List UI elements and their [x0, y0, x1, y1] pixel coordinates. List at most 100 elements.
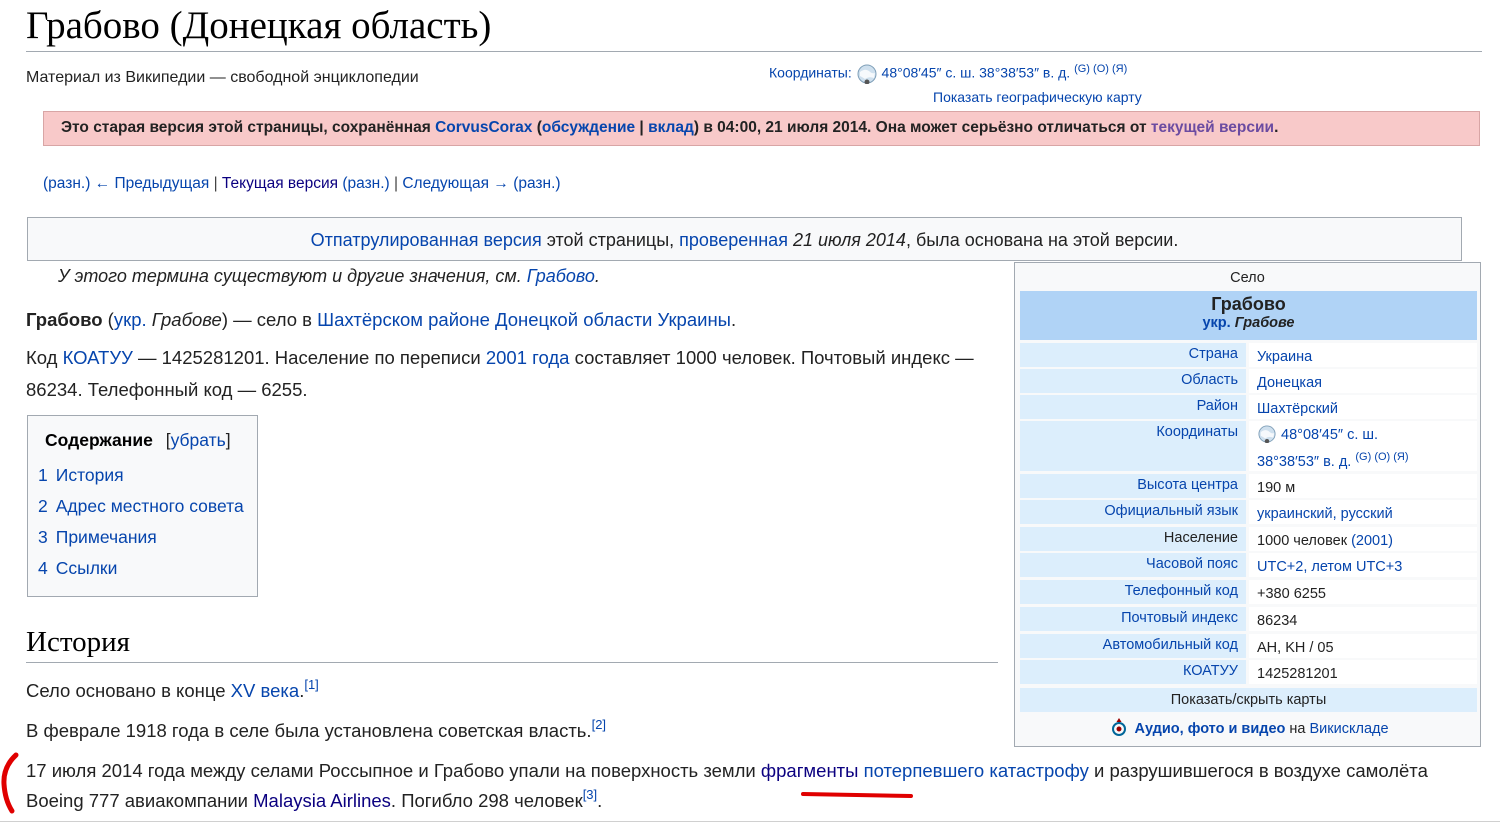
banner-talk-link[interactable]: обсуждение	[542, 119, 635, 136]
toc-toggle-label[interactable]: убрать	[171, 430, 226, 450]
previous-revision-link[interactable]: ← Предыдущая	[95, 175, 210, 192]
globe-icon[interactable]	[856, 64, 878, 85]
koatuu-link[interactable]: КОАТУУ	[63, 347, 133, 368]
infobox-row-coordinates: Координаты 48°08′45″ с. ш. 38°38′53″ в. …	[1020, 421, 1477, 471]
ukr-name: Грабове	[1230, 315, 1295, 331]
nav-sep: |	[209, 175, 222, 192]
infobox-value: 86234	[1257, 613, 1298, 629]
disambiguation-link[interactable]: Грабово	[527, 266, 595, 286]
ref-1[interactable]: [1]	[304, 677, 318, 692]
toc-toggle[interactable]: [убрать]	[166, 430, 231, 450]
infobox-caption: Село	[1230, 270, 1265, 286]
ukr-name: Грабове	[146, 309, 222, 330]
checked-link[interactable]: проверенная	[679, 230, 788, 250]
banner-contrib-link[interactable]: вклад	[648, 119, 694, 136]
banner-current-link[interactable]: текущей версии	[1151, 119, 1274, 136]
commons-site-link[interactable]: Викискладе	[1310, 721, 1389, 737]
coord-ya-link[interactable]: (Я)	[1393, 451, 1408, 463]
commons-media-link[interactable]: Аудио, фото и видео	[1134, 721, 1285, 737]
crash-link[interactable]: потерпевшего катастрофу	[864, 760, 1089, 781]
toggle-maps-button[interactable]: Показать/скрыть карты	[1020, 688, 1477, 712]
history-text: 17 июля 2014 года между селами Россыпное…	[26, 760, 761, 781]
red-underline-annotation	[801, 792, 913, 798]
toc-label[interactable]: История	[56, 465, 124, 485]
infobox-label[interactable]: Часовой пояс	[1020, 553, 1246, 577]
coordinates-link[interactable]: 48°08′45″ с. ш. 38°38′53″ в. д.	[882, 65, 1071, 81]
infobox-label[interactable]: Высота центра	[1020, 474, 1246, 498]
infobox-value[interactable]: Шахтёрский	[1257, 401, 1338, 417]
infobox-label[interactable]: КОАТУУ	[1020, 660, 1246, 684]
country-link[interactable]: Украины	[658, 309, 731, 330]
infobox-value[interactable]: UTC+2, летом UTC+3	[1257, 559, 1402, 575]
diff-link[interactable]: (разн.)	[43, 175, 90, 192]
infobox-label[interactable]: Автомобильный код	[1020, 634, 1246, 658]
infobox-row-koatuu: КОАТУУ 1425281201	[1020, 660, 1477, 684]
commons-text: на	[1285, 721, 1310, 737]
infobox-label[interactable]: Область	[1020, 369, 1246, 393]
infobox-value: +380 6255	[1257, 586, 1326, 602]
lead2-text: — 1425281201. Население по переписи	[132, 347, 486, 368]
century-link[interactable]: XV века	[231, 680, 300, 701]
infobox-label[interactable]: Координаты	[1020, 421, 1246, 471]
history-text: . Погибло 298 человек	[390, 790, 583, 811]
ref-2[interactable]: [2]	[592, 717, 606, 732]
oblast-link[interactable]: Донецкой области	[495, 309, 652, 330]
infobox-label[interactable]: Страна	[1020, 343, 1246, 367]
fragments-link[interactable]: фрагменты	[761, 760, 859, 781]
globe-icon[interactable]	[1257, 425, 1277, 444]
history-heading: История	[26, 626, 998, 663]
toc-item-notes[interactable]: 3 Примечания	[38, 522, 257, 553]
toc-item-links[interactable]: 4 Ссылки	[38, 553, 257, 584]
lead-end: .	[730, 309, 737, 330]
infobox-row-vehicle-code: Автомобильный код AH, KH / 05	[1020, 634, 1477, 658]
diff-link[interactable]: (разн.)	[342, 175, 389, 192]
coordinates-link[interactable]: 48°08′45″ с. ш.	[1281, 427, 1378, 443]
history-text: В феврале 1918 года в селе была установл…	[26, 720, 592, 741]
hatnote-end: .	[594, 266, 600, 286]
ukr-link[interactable]: укр.	[1202, 315, 1230, 331]
diff-link[interactable]: (разн.)	[513, 175, 560, 192]
coord-o-link[interactable]: (O)	[1093, 63, 1109, 75]
patrolled-version-link[interactable]: Отпатрулированная версия	[311, 230, 542, 250]
infobox-label[interactable]: Почтовый индекс	[1020, 607, 1246, 631]
toc-label[interactable]: Ссылки	[56, 558, 118, 578]
toc-item-council-address[interactable]: 2 Адрес местного совета	[38, 491, 257, 522]
district-link[interactable]: Шахтёрском районе	[317, 309, 490, 330]
infobox-header: Грабово укр. Грабове	[1020, 291, 1477, 340]
infobox-row-phone: Телефонный код +380 6255	[1020, 580, 1477, 604]
page-title: Грабово (Донецкая область)	[26, 2, 1482, 52]
infobox-row-elevation: Высота центра 190 м	[1020, 474, 1477, 498]
toc-number: 3	[38, 527, 48, 547]
coordinates-link[interactable]: 38°38′53″ в. д.	[1257, 454, 1351, 470]
infobox-label[interactable]: Район	[1020, 395, 1246, 419]
infobox-value[interactable]: украинский, русский	[1257, 506, 1393, 522]
coord-g-link[interactable]: (G)	[1074, 63, 1090, 75]
airline-link[interactable]: Malaysia Airlines	[253, 790, 391, 811]
ukr-link[interactable]: укр.	[114, 309, 147, 330]
banner-user-link[interactable]: CorvusCorax	[435, 119, 532, 136]
infobox-value[interactable]: Донецкая	[1257, 375, 1322, 391]
infobox-label[interactable]: Официальный язык	[1020, 500, 1246, 524]
table-of-contents: Содержание [убрать] 1 История 2 Адрес мест…	[27, 415, 258, 597]
infobox-value: 1425281201	[1257, 666, 1338, 682]
coord-o-link[interactable]: (O)	[1374, 451, 1390, 463]
coord-g-link[interactable]: (G)	[1355, 451, 1371, 463]
patrol-text: этой страницы,	[541, 230, 680, 250]
census-year-link[interactable]: (2001)	[1351, 533, 1393, 549]
infobox-label[interactable]: Телефонный код	[1020, 580, 1246, 604]
infobox-value: 190 м	[1257, 480, 1296, 496]
show-map-link[interactable]: Показать географическую карту	[933, 89, 1142, 105]
ref-3[interactable]: [3]	[583, 787, 597, 802]
hatnote: У этого термина существуют и другие знач…	[58, 266, 600, 287]
coord-ya-link[interactable]: (Я)	[1112, 63, 1127, 75]
hatnote-text: У этого термина существуют и другие знач…	[58, 266, 527, 286]
infobox-value[interactable]: Украина	[1257, 349, 1312, 365]
census-link[interactable]: 2001 года	[486, 347, 570, 368]
toc-label[interactable]: Примечания	[56, 527, 157, 547]
infobox-label: Население	[1020, 527, 1246, 551]
current-revision-link[interactable]: Текущая версия	[222, 175, 338, 192]
infobox-value: AH, KH / 05	[1257, 640, 1334, 656]
next-revision-link[interactable]: Следующая →	[402, 175, 509, 192]
toc-item-history[interactable]: 1 История	[38, 460, 257, 491]
toc-label[interactable]: Адрес местного совета	[56, 496, 244, 516]
